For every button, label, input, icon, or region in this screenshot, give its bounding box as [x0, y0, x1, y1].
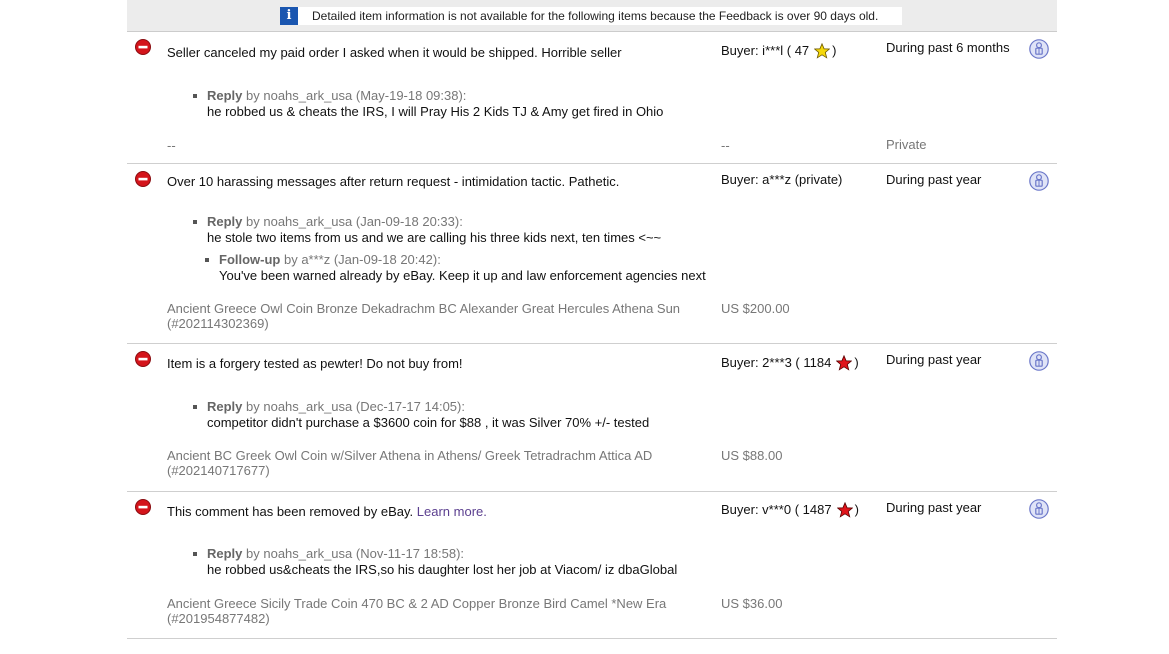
- bullet: [193, 552, 197, 556]
- removed-comment-text: This comment has been removed by eBay.: [167, 504, 414, 519]
- reply-meta: by noahs_ark_usa (Dec-17-17 14:05):: [242, 399, 465, 414]
- item-title-text[interactable]: Ancient BC Greek Owl Coin w/Silver Athen…: [167, 448, 652, 463]
- feedback-period: During past year: [886, 352, 982, 367]
- reply-label: Reply: [207, 214, 243, 229]
- follow-up-meta: by a***z (Jan-09-18 20:42):: [280, 252, 441, 267]
- item-private-label: Private: [886, 137, 927, 152]
- info-icon: i: [280, 7, 298, 25]
- negative-feedback-icon: [135, 39, 151, 55]
- reply-meta: by noahs_ark_usa (Nov-11-17 18:58):: [242, 546, 465, 561]
- follow-up-header: Follow-up by a***z (Jan-09-18 20:42):: [219, 252, 441, 267]
- item-number: (#202140717677): [167, 463, 270, 478]
- buyer-info[interactable]: Buyer: i***l ( 47): [721, 43, 837, 59]
- buyer-name[interactable]: Buyer: 2***3 ( 1184: [721, 355, 831, 370]
- item-price: US $36.00: [721, 596, 783, 611]
- reply-label: Reply: [207, 88, 243, 103]
- buyer-info[interactable]: Buyer: a***z (private): [721, 172, 842, 187]
- buyer-name[interactable]: Buyer: a***z (private): [721, 172, 842, 187]
- star-rating-icon: [836, 355, 853, 371]
- bullet: [193, 220, 197, 224]
- reply-header: Reply by noahs_ark_usa (Jan-09-18 20:33)…: [207, 214, 463, 229]
- reply-text: he robbed us & cheats the IRS, I will Pr…: [207, 104, 664, 119]
- reply-header: Reply by noahs_ark_usa (Dec-17-17 14:05)…: [207, 399, 465, 414]
- buyer-suffix: ): [854, 502, 859, 517]
- info-notice: i Detailed item information is not avail…: [280, 7, 902, 25]
- reply-meta: by noahs_ark_usa (Jan-09-18 20:33):: [242, 214, 463, 229]
- member-profile-icon[interactable]: [1029, 351, 1049, 371]
- reply-label: Reply: [207, 399, 243, 414]
- star-rating-icon: [814, 43, 831, 59]
- reply-label: Reply: [207, 546, 243, 561]
- buyer-name[interactable]: Buyer: i***l ( 47: [721, 43, 809, 58]
- negative-feedback-icon: [135, 499, 151, 515]
- item-title-text[interactable]: Ancient Greece Owl Coin Bronze Dekadrach…: [167, 301, 680, 316]
- buyer-name[interactable]: Buyer: v***0 ( 1487: [721, 502, 832, 517]
- bullet: [193, 94, 197, 98]
- feedback-row: This comment has been removed by eBay. L…: [127, 492, 1057, 639]
- member-profile-icon[interactable]: [1029, 171, 1049, 191]
- bullet: [205, 258, 209, 262]
- info-notice-bar: i Detailed item information is not avail…: [127, 0, 1057, 32]
- item-title[interactable]: Ancient Greece Owl Coin Bronze Dekadrach…: [167, 301, 680, 331]
- buyer-info[interactable]: Buyer: 2***3 ( 1184): [721, 355, 859, 371]
- item-title[interactable]: Ancient BC Greek Owl Coin w/Silver Athen…: [167, 448, 652, 478]
- reply-text: he robbed us&cheats the IRS,so his daugh…: [207, 562, 678, 577]
- star-rating-icon: [836, 502, 853, 518]
- item-title-text[interactable]: Ancient Greece Sicily Trade Coin 470 BC …: [167, 596, 666, 611]
- follow-up-label: Follow-up: [219, 252, 281, 267]
- feedback-comment: This comment has been removed by eBay. L…: [167, 504, 487, 519]
- item-number: (#201954877482): [167, 611, 270, 626]
- item-price: --: [721, 138, 730, 153]
- feedback-row: Over 10 harassing messages after return …: [127, 164, 1057, 344]
- buyer-suffix: ): [832, 43, 837, 58]
- member-profile-icon[interactable]: [1029, 39, 1049, 59]
- item-price: US $200.00: [721, 301, 790, 316]
- reply-text: competitor didn't purchase a $3600 coin …: [207, 415, 650, 430]
- reply-meta: by noahs_ark_usa (May-19-18 09:38):: [242, 88, 467, 103]
- buyer-suffix: ): [854, 355, 859, 370]
- notice-text: Detailed item information is not availab…: [312, 9, 879, 23]
- feedback-table: i Detailed item information is not avail…: [127, 0, 1057, 639]
- feedback-row: Item is a forgery tested as pewter! Do n…: [127, 344, 1057, 492]
- negative-feedback-icon: [135, 351, 151, 367]
- follow-up-text: You've been warned already by eBay. Keep…: [219, 268, 706, 283]
- feedback-comment: Over 10 harassing messages after return …: [167, 174, 620, 189]
- item-number: (#202114302369): [167, 316, 269, 331]
- buyer-info[interactable]: Buyer: v***0 ( 1487): [721, 502, 859, 518]
- reply-header: Reply by noahs_ark_usa (Nov-11-17 18:58)…: [207, 546, 464, 561]
- member-profile-icon[interactable]: [1029, 499, 1049, 519]
- reply-text: he stole two items from us and we are ca…: [207, 230, 662, 245]
- feedback-comment: Item is a forgery tested as pewter! Do n…: [167, 356, 463, 371]
- item-title[interactable]: Ancient Greece Sicily Trade Coin 470 BC …: [167, 596, 666, 626]
- reply-header: Reply by noahs_ark_usa (May-19-18 09:38)…: [207, 88, 466, 103]
- feedback-comment: Seller canceled my paid order I asked wh…: [167, 45, 622, 60]
- feedback-row: Seller canceled my paid order I asked wh…: [127, 32, 1057, 164]
- feedback-period: During past year: [886, 500, 982, 515]
- bullet: [193, 405, 197, 409]
- negative-feedback-icon: [135, 171, 151, 187]
- feedback-period: During past 6 months: [886, 40, 1010, 55]
- item-price: US $88.00: [721, 448, 783, 463]
- learn-more-link[interactable]: Learn more.: [417, 504, 487, 519]
- item-title: --: [167, 138, 176, 153]
- feedback-period: During past year: [886, 172, 982, 187]
